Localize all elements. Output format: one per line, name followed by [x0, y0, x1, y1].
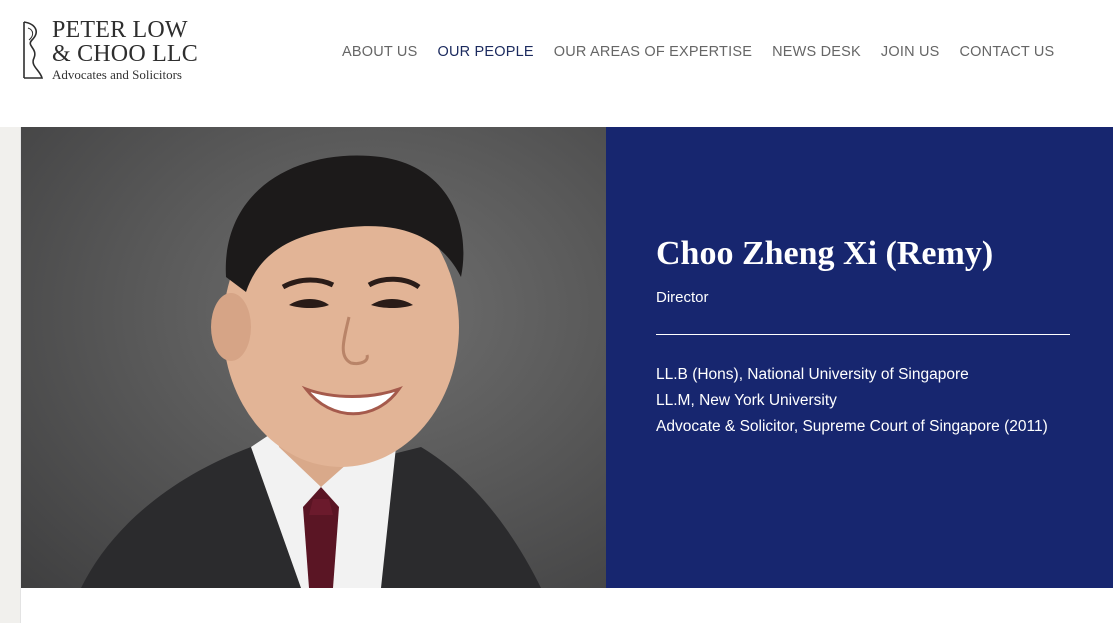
- panel-divider: [656, 334, 1070, 335]
- qualifications-list: LL.B (Hons), National University of Sing…: [656, 362, 1066, 440]
- page-margin: [0, 127, 20, 623]
- logo-emblem-icon: [23, 21, 44, 79]
- qualification-item: LL.B (Hons), National University of Sing…: [656, 366, 969, 383]
- nav-join-us[interactable]: JOIN US: [881, 44, 940, 60]
- nav-our-people[interactable]: OUR PEOPLE: [437, 44, 533, 60]
- logo-tagline: Advocates and Solicitors: [52, 67, 182, 82]
- nav-news-desk[interactable]: NEWS DESK: [772, 44, 861, 60]
- portrait-illustration: [81, 155, 541, 588]
- qualification-item: LL.M, New York University: [656, 392, 837, 409]
- nav-areas-of-expertise[interactable]: OUR AREAS OF EXPERTISE: [554, 44, 752, 60]
- nav-about-us[interactable]: ABOUT US: [342, 44, 417, 60]
- logo-text-line1: PETER LOW: [52, 17, 188, 43]
- profile-panel: Choo Zheng Xi (Remy) Director LL.B (Hons…: [606, 127, 1113, 588]
- site-header: PETER LOW & CHOO LLC Advocates and Solic…: [0, 0, 1113, 127]
- nav-contact-us[interactable]: CONTACT US: [960, 44, 1055, 60]
- profile-photo: [21, 127, 606, 588]
- main-nav: ABOUT US OUR PEOPLE OUR AREAS OF EXPERTI…: [342, 44, 1054, 60]
- logo-text-line2: & CHOO LLC: [52, 41, 198, 67]
- profile-name: Choo Zheng Xi (Remy): [656, 235, 994, 272]
- qualification-item: Advocate & Solicitor, Supreme Court of S…: [656, 418, 1048, 435]
- firm-logo[interactable]: PETER LOW & CHOO LLC Advocates and Solic…: [20, 18, 210, 86]
- profile-role: Director: [656, 289, 709, 306]
